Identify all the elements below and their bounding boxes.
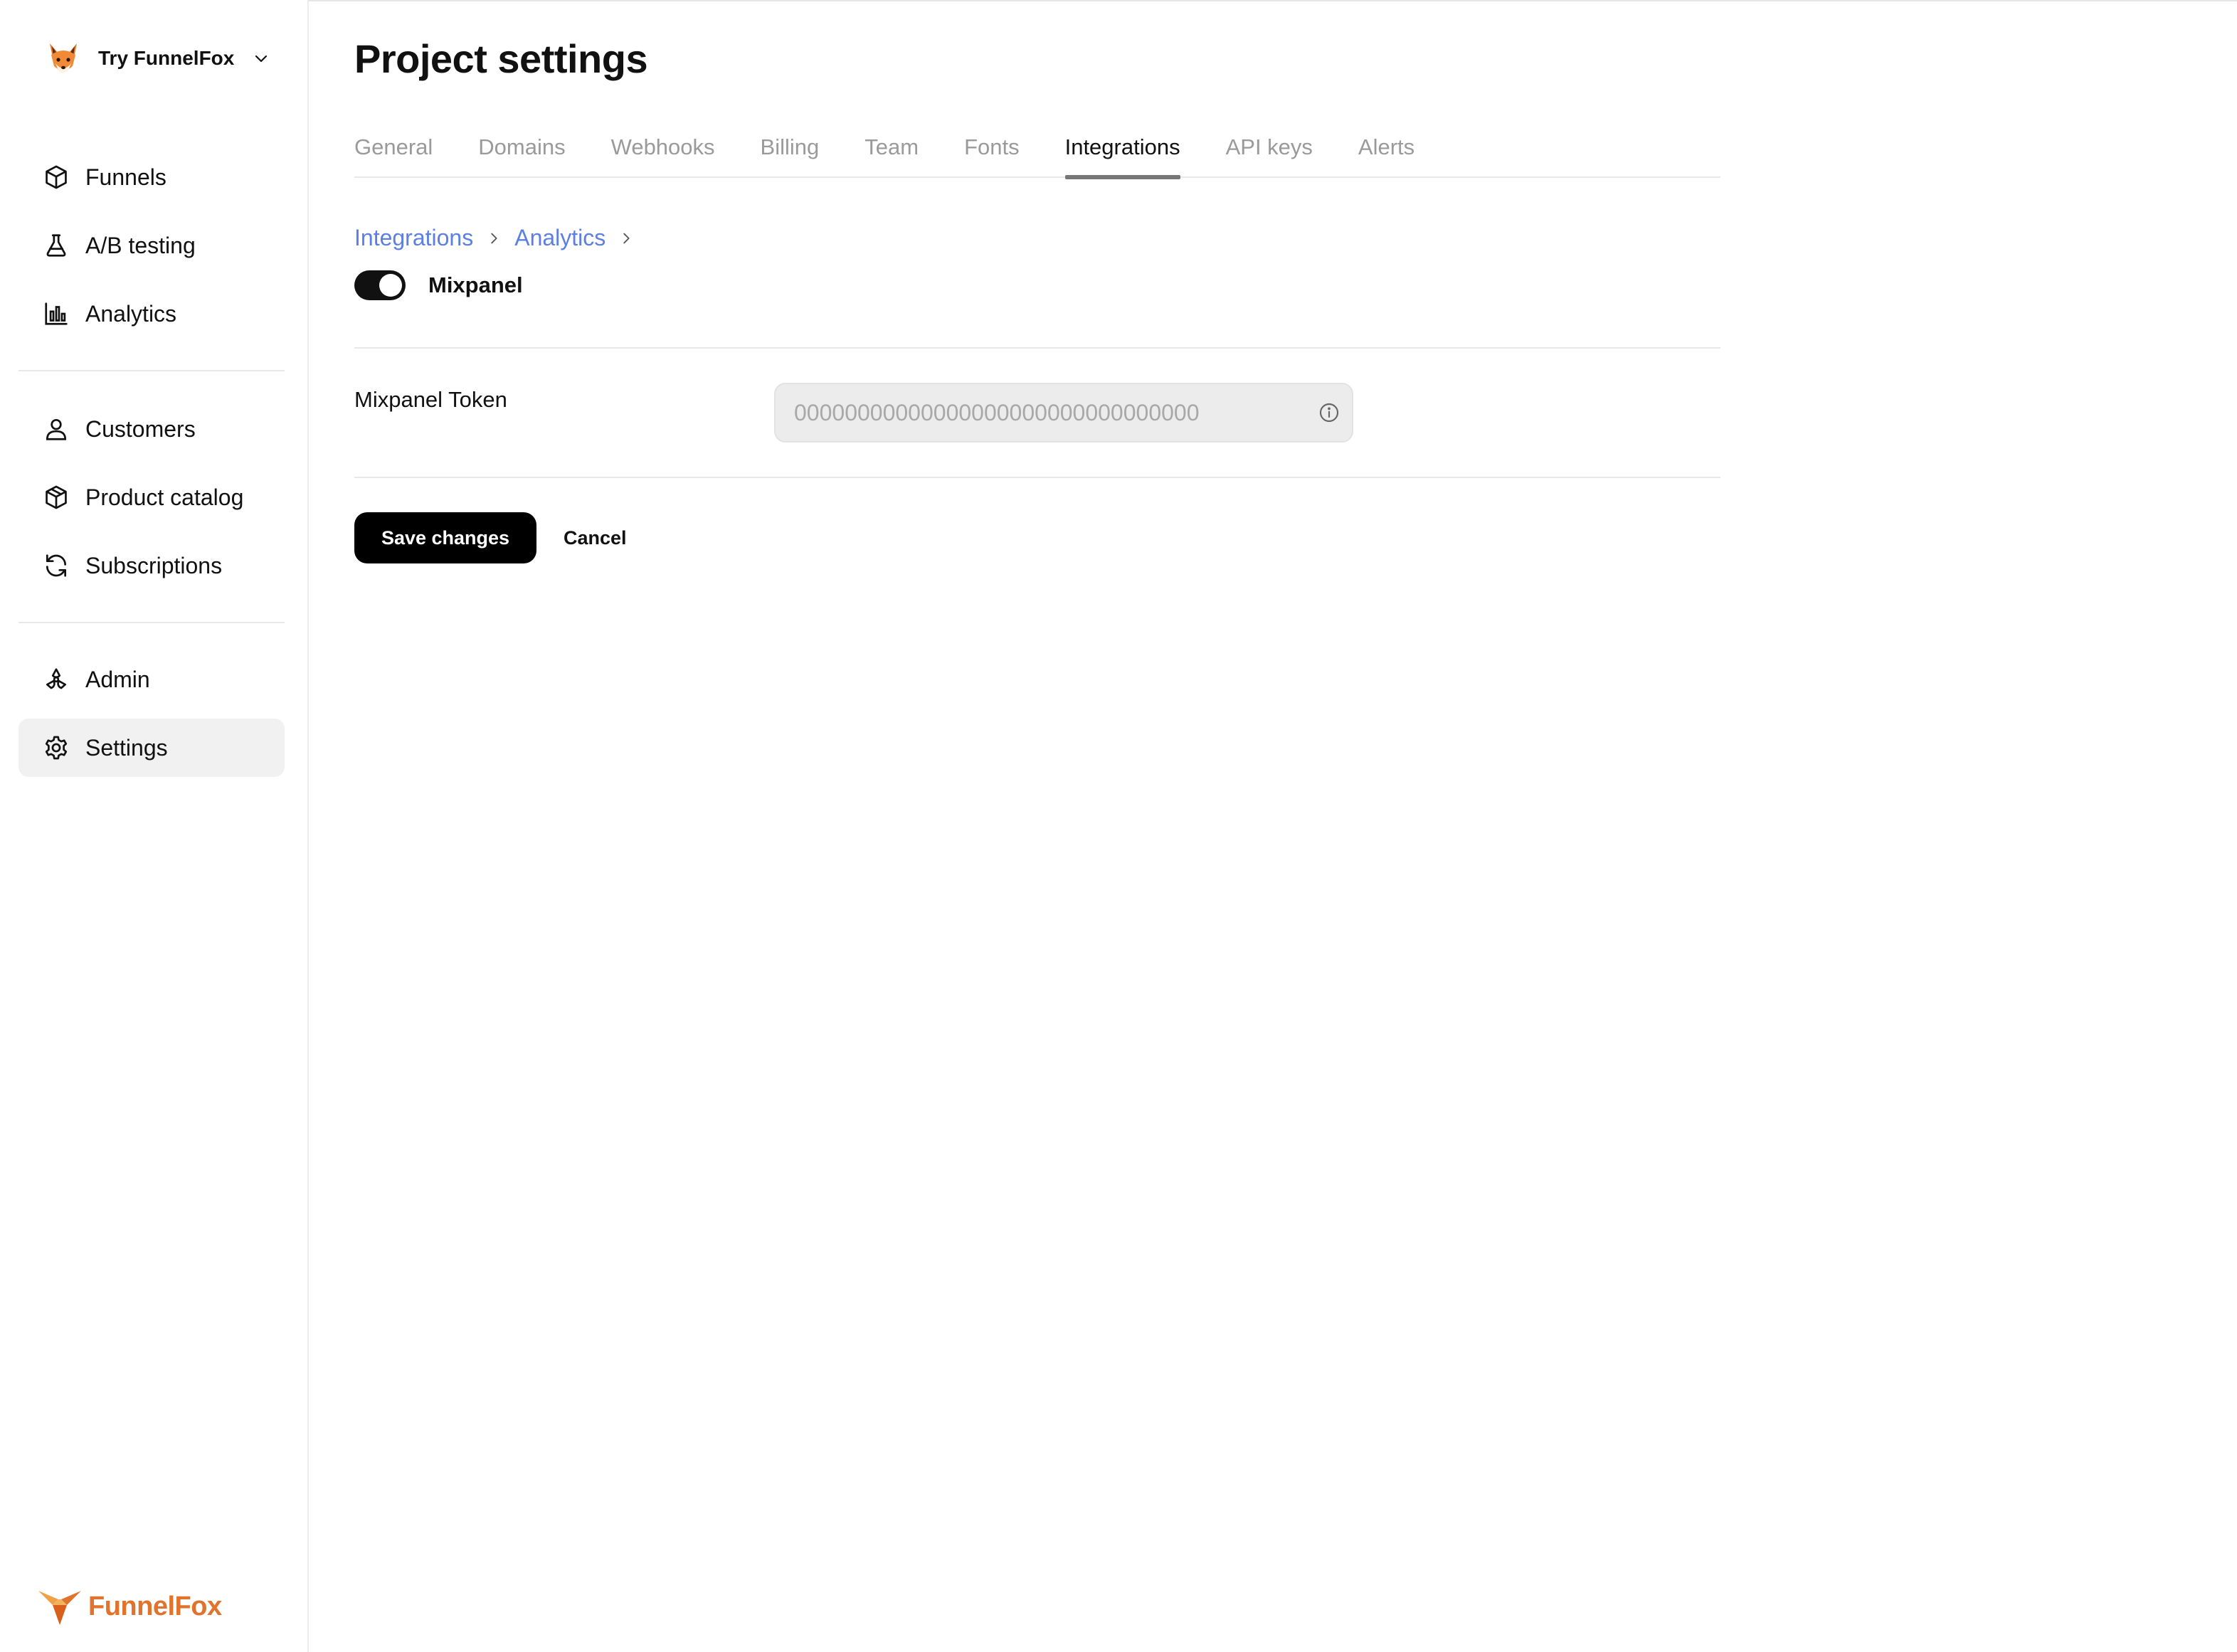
sidebar: Try FunnelFox Funnels A/B testing Analyt… [0,0,309,1652]
tab-integrations[interactable]: Integrations [1064,128,1180,179]
fox-emoji-icon [50,43,77,73]
top-border [0,0,2237,1]
sidebar-item-subscriptions[interactable]: Subscriptions [18,536,285,595]
nav-group-main: Funnels A/B testing Analytics [18,148,285,353]
tab-alerts[interactable]: Alerts [1358,128,1414,178]
tab-domains[interactable]: Domains [478,128,565,178]
cube-icon [46,165,67,189]
chevron-down-icon [255,55,268,63]
sidebar-divider [18,370,285,371]
breadcrumb-integrations[interactable]: Integrations [354,225,473,251]
chevron-right-icon [491,233,497,243]
mixpanel-token-label: Mixpanel Token [354,387,507,412]
sidebar-item-analytics[interactable]: Analytics [18,285,285,343]
sidebar-item-label: Funnels [85,164,166,190]
sidebar-item-customers[interactable]: Customers [18,400,285,458]
sidebar-item-funnels[interactable]: Funnels [18,148,285,206]
nav-group-business: Customers Product catalog Subscriptions [18,400,285,605]
mixpanel-toggle[interactable] [354,270,406,300]
mixpanel-token-input[interactable] [794,399,1318,426]
tab-general[interactable]: General [354,128,433,178]
sidebar-item-admin[interactable]: Admin [18,650,285,709]
flask-icon [46,234,66,257]
mixpanel-token-field [774,383,1353,443]
save-button[interactable]: Save changes [354,512,536,563]
breadcrumb-analytics[interactable]: Analytics [514,225,605,251]
page-title: Project settings [354,36,648,81]
workspace-name: Try FunnelFox [98,47,235,69]
sidebar-item-ab-testing[interactable]: A/B testing [18,216,285,275]
breadcrumb: Integrations Analytics [354,225,634,251]
sidebar-item-label: Customers [85,415,196,442]
info-icon[interactable] [1318,401,1340,424]
nav-group-admin: Admin Settings [18,650,285,787]
chevron-right-icon [623,233,630,243]
radiation-icon [46,668,67,689]
tab-team[interactable]: Team [864,128,919,178]
section-divider [354,477,1720,478]
tab-billing[interactable]: Billing [761,128,820,178]
bar-chart-icon [45,302,68,325]
tab-api-keys[interactable]: API keys [1226,128,1313,178]
sidebar-divider [18,622,285,623]
box-icon [46,485,67,509]
tab-fonts[interactable]: Fonts [964,128,1020,178]
tab-webhooks[interactable]: Webhooks [611,128,715,178]
settings-tabs: General Domains Webhooks Billing Team Fo… [354,128,1720,179]
sidebar-item-label: Analytics [85,300,177,327]
toggle-knob [379,274,402,297]
gear-icon [45,736,68,760]
sidebar-item-label: A/B testing [85,232,196,258]
section-divider [354,347,1720,349]
sidebar-item-label: Settings [85,734,168,761]
workspace-switcher[interactable]: Try FunnelFox [44,36,270,81]
brand-logo: FunnelFox [37,1585,222,1628]
sidebar-item-label: Subscriptions [85,552,223,578]
brand-name: FunnelFox [88,1591,222,1621]
refresh-icon [46,554,67,577]
integration-name: Mixpanel [428,272,523,297]
sidebar-item-settings[interactable]: Settings [18,719,285,777]
cancel-button[interactable]: Cancel [561,512,630,563]
sidebar-item-label: Admin [85,666,150,692]
funnelfox-logo-icon [38,1591,81,1625]
user-icon [46,418,67,440]
sidebar-item-product-catalog[interactable]: Product catalog [18,468,285,526]
integration-toggle-row: Mixpanel [354,270,523,300]
sidebar-item-label: Product catalog [85,484,244,510]
